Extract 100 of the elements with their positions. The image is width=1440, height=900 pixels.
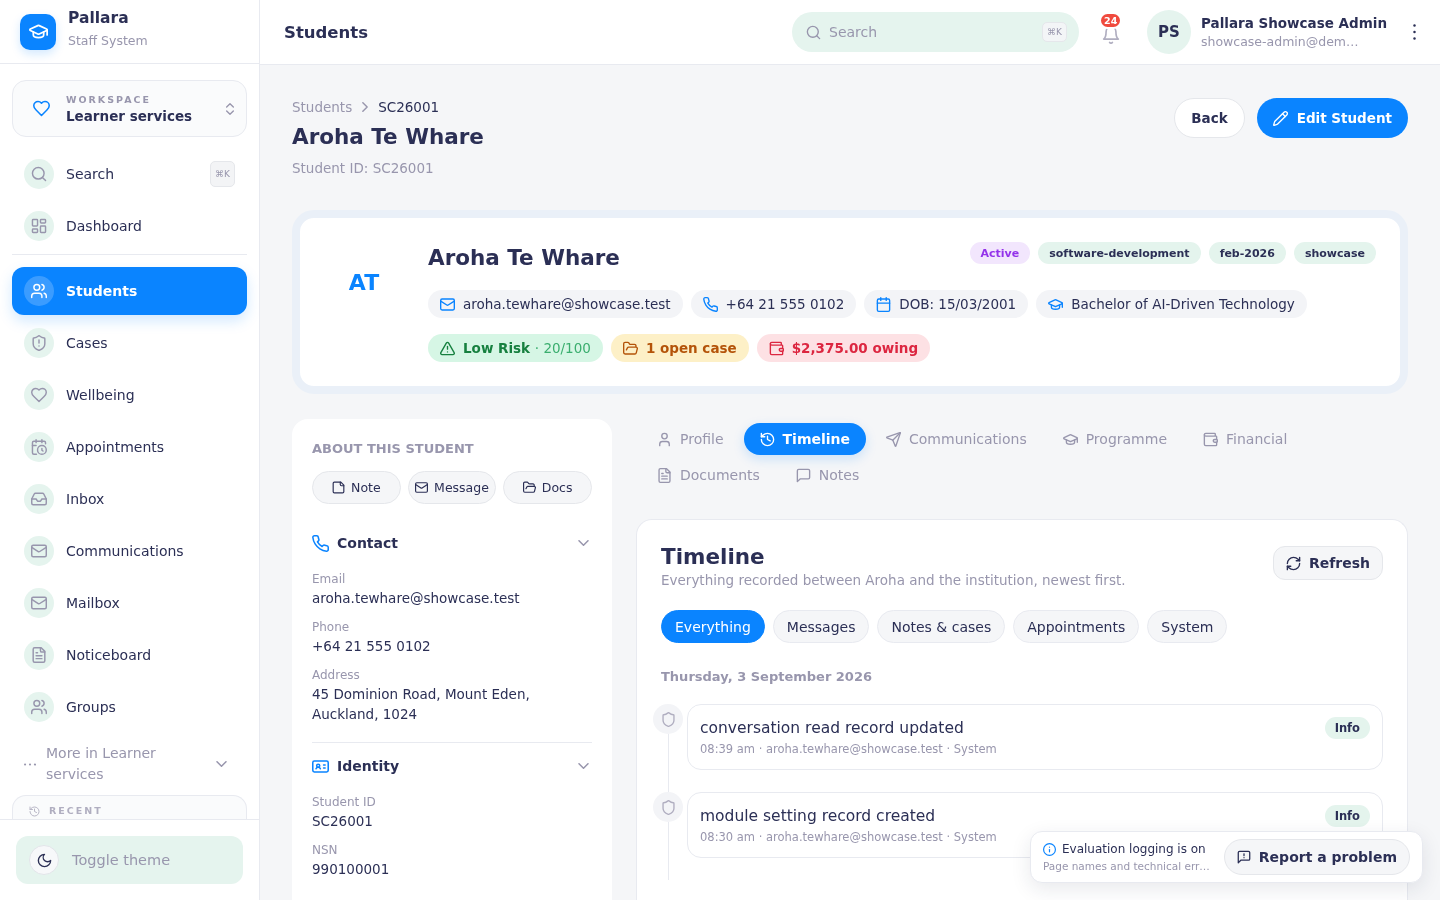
document-icon	[657, 467, 672, 483]
message-button[interactable]: Message	[407, 471, 497, 504]
graduation-cap-icon	[1062, 431, 1078, 447]
sidebar-item[interactable]: Appointments	[12, 423, 247, 471]
sidebar-item[interactable]: Wellbeing	[12, 371, 247, 419]
student-name-heading: Aroha Te Whare	[292, 123, 484, 151]
timeline-description: Everything recorded between Aroha and the institution, newest first.	[661, 571, 1126, 590]
field-value: +64 21 555 0102	[312, 637, 432, 656]
profile-name: Aroha Te Whare	[428, 244, 620, 272]
entry-title: module setting record created	[700, 806, 937, 827]
header-title: Students	[284, 22, 368, 42]
refresh-button[interactable]: Refresh	[1272, 546, 1383, 580]
toast-message: Page names and technical err…	[1042, 859, 1210, 873]
section-toggle[interactable]: Contact	[312, 531, 592, 555]
history-icon	[29, 806, 40, 817]
sidebar-item[interactable]: Dashboard	[12, 202, 247, 250]
phone-icon	[702, 296, 718, 312]
field-label: Student ID	[312, 794, 377, 811]
tag-chip: feb-2026	[1208, 242, 1286, 264]
grid-icon	[24, 211, 54, 241]
brand-name: Pallara	[68, 8, 130, 27]
entry-title: conversation read record updated	[700, 718, 965, 739]
folder-icon	[622, 340, 638, 356]
wallet-icon	[1203, 431, 1218, 447]
recent-heading: RECENT	[49, 805, 103, 817]
workspace-label: WORKSPACE	[66, 93, 152, 105]
sidebar-item[interactable]: Search ⌘K	[12, 150, 247, 198]
notification-badge: 24	[1099, 12, 1123, 29]
field-label: NSN	[312, 842, 339, 859]
filter-chip[interactable]: Messages	[772, 610, 870, 643]
kebab-icon	[1413, 24, 1416, 40]
docs-button[interactable]: Docs	[503, 471, 592, 504]
people-icon	[24, 692, 54, 722]
shortcut-key: ⌘K	[1042, 22, 1067, 42]
field-value: 45 Dominion Road, Mount Eden, Auckland, 1024	[312, 685, 531, 724]
info-icon	[1042, 842, 1056, 856]
indicator-text: 1 open case	[645, 340, 737, 356]
bell-icon	[1102, 26, 1120, 44]
tab[interactable]: Timeline	[743, 423, 867, 455]
indicator-text: $2,375.00 owing	[791, 340, 919, 356]
warning-icon	[440, 340, 455, 356]
id-card-icon	[312, 757, 329, 775]
edit-button[interactable]: Edit Student	[1256, 98, 1408, 138]
sidebar-item[interactable]: Mailbox	[12, 579, 247, 627]
back-button[interactable]: Back	[1174, 98, 1245, 138]
sidebar-item[interactable]: Cases	[12, 319, 247, 367]
envelope-icon	[440, 296, 455, 312]
user-name: Pallara Showcase Admin	[1201, 14, 1387, 32]
search-icon	[24, 159, 54, 189]
folder-icon	[522, 481, 536, 494]
timeline-title: Timeline	[661, 544, 766, 570]
calendar-icon	[24, 432, 54, 462]
workspace-switcher[interactable]: WORKSPACE Learner services	[12, 80, 247, 137]
speech-bubble-icon	[795, 467, 811, 483]
status-badge: Active	[969, 242, 1031, 264]
info-badge: Info	[1324, 717, 1370, 739]
detail-text: +64 21 555 0102	[725, 296, 845, 312]
filter-chip[interactable]: Notes & cases	[877, 610, 1006, 643]
detail-text: aroha.tewhare@showcase.test	[463, 296, 671, 312]
chevron-down-icon	[578, 763, 589, 769]
more-options-button[interactable]	[1413, 24, 1416, 40]
search-icon	[806, 24, 821, 40]
sidebar-item[interactable]: Inbox	[12, 475, 247, 523]
inbox-icon	[24, 484, 54, 514]
phone-icon	[312, 534, 329, 552]
shield-icon	[24, 328, 54, 358]
chevron-down-icon	[216, 761, 227, 767]
field-value: SC26001	[312, 812, 374, 831]
user-avatar: PS	[1147, 10, 1191, 54]
entry-meta: 08:39 am · aroha.tewhare@showcase.test · System	[700, 741, 997, 758]
heart-icon	[33, 100, 50, 117]
graduation-cap-icon	[1048, 296, 1064, 312]
date-heading: Thursday, 3 September 2026	[661, 668, 873, 686]
pencil-icon	[1272, 110, 1288, 126]
field-label: Address	[312, 667, 361, 684]
indicator-text: Low Risk · 20/100	[463, 340, 591, 356]
field-value: 990100001	[312, 860, 391, 879]
field-label: Phone	[312, 619, 351, 636]
note-button[interactable]: Note	[312, 471, 401, 504]
document-icon	[24, 640, 54, 670]
refresh-icon	[1285, 555, 1301, 571]
sidebar-item[interactable]: Groups	[12, 683, 247, 731]
sidebar-item[interactable]: Students	[12, 267, 247, 315]
calendar-icon	[876, 296, 892, 312]
sidebar-item[interactable]: Communications	[12, 527, 247, 575]
sidebar-item[interactable]: Noticeboard	[12, 631, 247, 679]
detail-text: DOB: 15/03/2001	[899, 296, 1017, 312]
up-down-chevron-icon	[226, 102, 234, 115]
section-toggle[interactable]: Identity	[312, 754, 592, 778]
breadcrumb-current: SC26001	[378, 98, 440, 117]
filter-chip[interactable]: Everything	[661, 610, 765, 643]
filter-chip[interactable]: Appointments	[1013, 610, 1140, 643]
user-email: showcase-admin@dem…	[1201, 33, 1360, 50]
toast-title: Evaluation logging is on	[1061, 841, 1206, 857]
entry-meta: 08:30 am · aroha.tewhare@showcase.test · System	[700, 829, 997, 846]
note-icon	[332, 481, 346, 494]
filter-chip[interactable]: System	[1147, 610, 1228, 643]
chevron-down-icon	[578, 540, 589, 546]
report-problem-button[interactable]: Report a problem	[1223, 839, 1410, 875]
tag-chip: showcase	[1293, 242, 1376, 264]
